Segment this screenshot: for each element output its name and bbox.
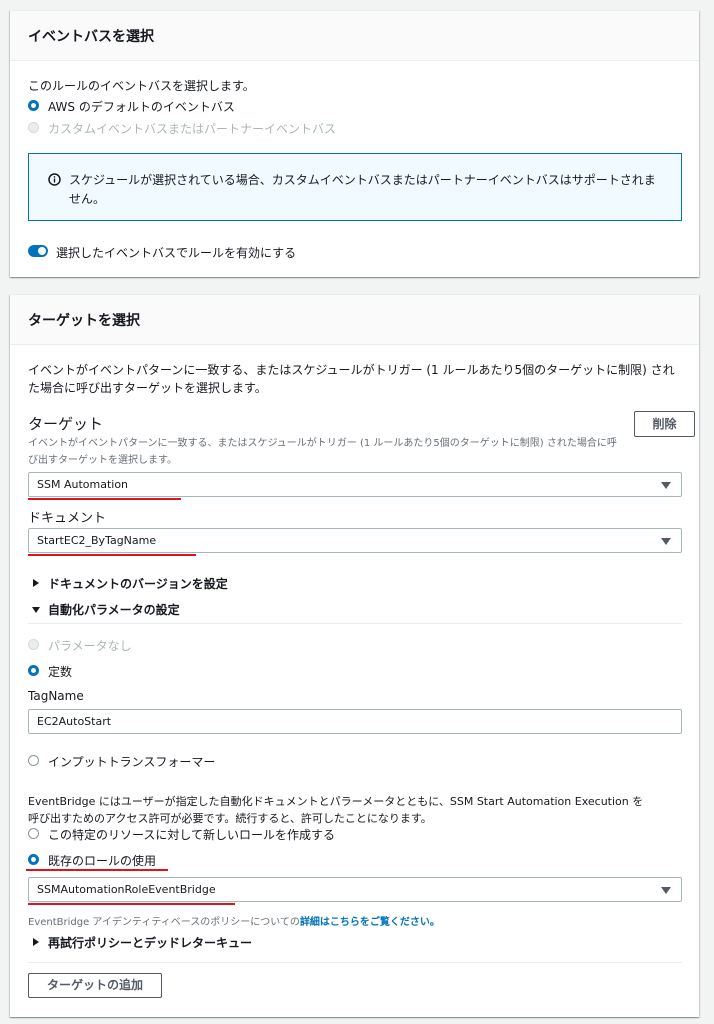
enable-rule-label: 選択したイベントバスでルールを有効にする <box>56 246 297 260</box>
toggle-knob <box>38 247 46 255</box>
tagname-value: EC2AutoStart <box>37 715 112 728</box>
radio-selected[interactable] <box>28 854 39 865</box>
radio-disabled[interactable] <box>28 639 39 650</box>
target-desc-line2: び出すターゲットを選択します。 <box>28 455 177 466</box>
automation-params-expander[interactable]: 自動化パラメータの設定 <box>28 601 428 619</box>
highlight-underline <box>26 869 168 871</box>
policy-note: EventBridge アイデンティティベースのポリシーについての詳細はこちらを… <box>28 913 440 928</box>
chevron-down-icon <box>661 482 671 489</box>
event-bus-description: このルールのイベントバスを選択します。 <box>28 79 255 93</box>
chevron-down-icon <box>661 538 671 545</box>
role-use-existing-label: 既存のロールの使用 <box>48 854 157 868</box>
highlight-underline <box>28 903 235 905</box>
event-bus-header: イベントバスを選択 <box>10 11 699 61</box>
role-create-new-label: この特定のリソースに対して新しいロールを作成する <box>48 828 336 842</box>
caret-down-icon <box>32 607 40 613</box>
policy-details-link[interactable]: 詳細はこちらをご覧ください。 <box>300 917 440 928</box>
highlight-underline <box>28 498 181 500</box>
default-bus-label: AWS のデフォルトのイベントバス <box>48 100 235 114</box>
permission-text-line1: EventBridge にはユーザーが指定した自動化ドキュメントとパラーメータと… <box>28 795 644 808</box>
document-label: ドキュメント <box>28 511 107 526</box>
event-bus-panel: イベントバスを選択 このルールのイベントバスを選択します。 AWS のデフォルト… <box>10 10 699 277</box>
info-alert: スケジュールが選択されている場合、カスタムイベントバスまたはパートナーイベントバ… <box>28 153 682 221</box>
retry-policy-label: 再試行ポリシーとデッドレターキュー <box>48 936 253 950</box>
divider <box>28 623 682 624</box>
automation-params-label: 自動化パラメータの設定 <box>48 603 180 617</box>
add-target-button[interactable]: ターゲットの追加 <box>28 973 162 998</box>
info-text-line1: スケジュールが選択されている場合、カスタムイベントバスまたはパートナーイベントバ… <box>69 173 656 187</box>
tagname-input[interactable]: EC2AutoStart <box>28 709 682 734</box>
policy-note-text: EventBridge アイデンティティベースのポリシーについての <box>28 917 300 928</box>
role-value: SSMAutomationRoleEventBridge <box>37 883 216 896</box>
param-none-label: パラメータなし <box>48 639 132 653</box>
caret-right-icon <box>33 579 39 587</box>
radio-selected[interactable] <box>28 665 39 676</box>
radio-selected[interactable] <box>28 100 39 111</box>
target-desc-line1: イベントがイベントパターンに一致する、またはスケジュールがトリガー (1 ルール… <box>28 438 617 449</box>
document-value: StartEC2_ByTagName <box>37 534 157 547</box>
role-select[interactable]: SSMAutomationRoleEventBridge <box>28 877 682 902</box>
retry-policy-expander[interactable]: 再試行ポリシーとデッドレターキュー <box>28 934 428 952</box>
param-constant-label: 定数 <box>48 665 73 679</box>
divider <box>28 962 682 963</box>
targets-description-line2: た場合に呼び出すターゲットを選択します。 <box>28 381 267 395</box>
info-icon <box>48 173 61 186</box>
custom-bus-label: カスタムイベントバスまたはパートナーイベントバス <box>48 122 337 136</box>
permission-text-line2: 呼び出すためのアクセス許可が必要です。続行すると、許可したことになります。 <box>28 812 432 825</box>
targets-header: ターゲットを選択 <box>10 295 699 345</box>
targets-panel: ターゲットを選択 イベントがイベントパターンに一致する、またはスケジュールがトリ… <box>10 294 699 1017</box>
target-label: ターゲット <box>28 415 104 433</box>
target-type-select[interactable]: SSM Automation <box>28 472 682 497</box>
input-transformer-label: インプットトランスフォーマー <box>48 755 216 769</box>
info-text-line2: せん。 <box>69 192 106 206</box>
doc-version-label: ドキュメントのバージョンを設定 <box>48 577 228 591</box>
radio-unselected[interactable] <box>28 755 39 766</box>
doc-version-expander[interactable]: ドキュメントのバージョンを設定 <box>28 575 428 593</box>
radio-unselected[interactable] <box>28 828 39 839</box>
radio-disabled[interactable] <box>28 122 39 133</box>
remove-target-button[interactable]: 削除 <box>634 411 695 437</box>
tagname-label: TagName <box>28 689 84 703</box>
chevron-down-icon <box>661 887 671 894</box>
highlight-underline <box>28 554 196 556</box>
enable-rule-toggle[interactable] <box>28 245 48 257</box>
target-type-value: SSM Automation <box>37 478 129 491</box>
targets-description-line1: イベントがイベントパターンに一致する、またはスケジュールがトリガー (1 ルール… <box>28 363 675 377</box>
caret-right-icon <box>33 938 39 946</box>
document-select[interactable]: StartEC2_ByTagName <box>28 528 682 553</box>
